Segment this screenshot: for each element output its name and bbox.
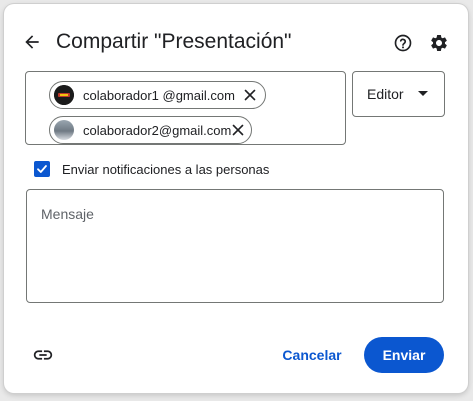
cancel-button[interactable]: Cancelar: [276, 340, 348, 370]
share-dialog: Compartir "Presentación" colaborador1 @g…: [4, 4, 468, 393]
avatar: [54, 120, 74, 140]
close-icon: [233, 124, 244, 136]
notify-label: Enviar notificaciones a las personas: [62, 161, 270, 177]
dialog-title: Compartir "Presentación": [56, 30, 292, 53]
help-circle-icon: [394, 34, 412, 52]
role-dropdown[interactable]: Editor: [352, 71, 445, 117]
avatar: [54, 85, 74, 105]
gear-icon: [431, 34, 447, 51]
recipient-email: colaborador2@gmail.com: [83, 122, 232, 138]
checkmark-icon: [37, 165, 47, 173]
notify-checkbox[interactable]: [34, 161, 50, 177]
dialog-header: Compartir "Presentación": [4, 4, 468, 74]
role-selected-label: Editor: [367, 86, 404, 102]
recipient-email: colaborador1 @gmail.com: [83, 87, 235, 103]
copy-link-button[interactable]: [32, 344, 54, 366]
recipients-field[interactable]: colaborador1 @gmail.com colaborador2@gma…: [25, 71, 346, 145]
settings-button[interactable]: [426, 30, 452, 56]
close-icon: [244, 89, 256, 101]
arrow-left-icon: [25, 35, 39, 49]
send-button[interactable]: Enviar: [364, 337, 444, 373]
remove-recipient-button[interactable]: [231, 123, 245, 137]
notify-option: Enviar notificaciones a las personas: [34, 160, 269, 178]
link-icon: [33, 350, 53, 360]
remove-recipient-button[interactable]: [243, 88, 257, 102]
caret-down-icon: [418, 91, 428, 96]
back-button[interactable]: [14, 24, 50, 60]
help-button[interactable]: [390, 30, 416, 56]
message-field[interactable]: [26, 189, 444, 303]
recipient-chip[interactable]: colaborador2@gmail.com: [49, 116, 252, 144]
recipient-chip[interactable]: colaborador1 @gmail.com: [49, 81, 266, 109]
